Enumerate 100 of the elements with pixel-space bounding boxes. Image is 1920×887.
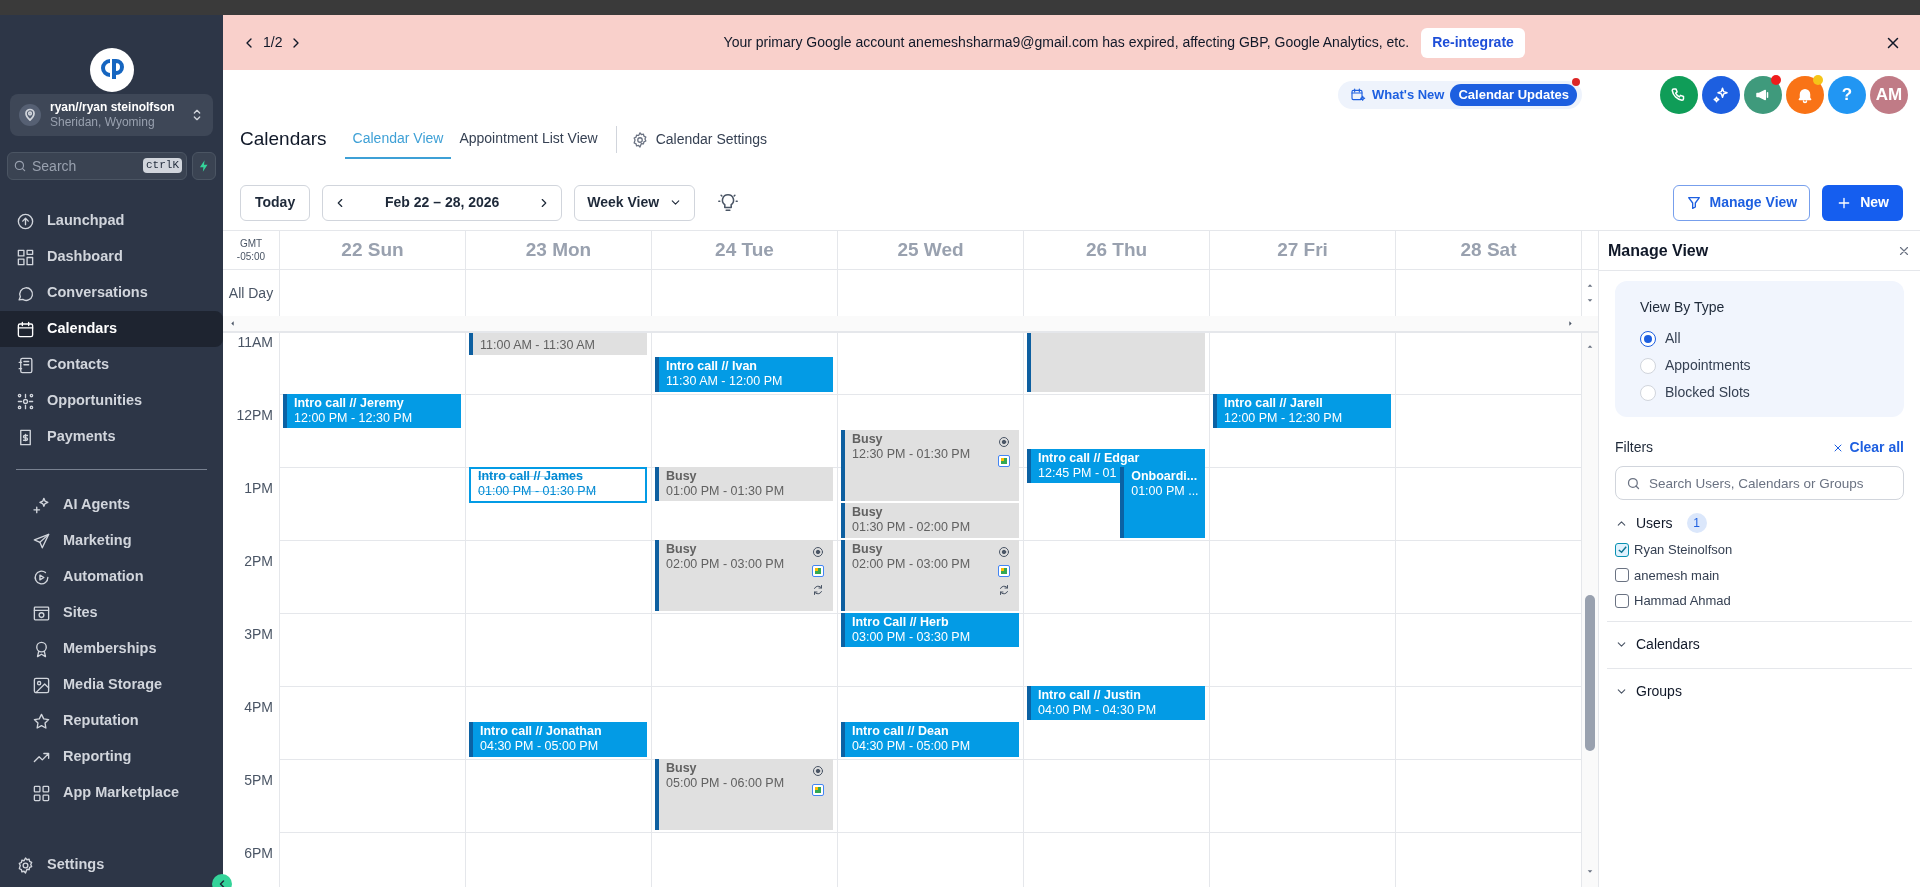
event-title: Intro call // Edgar [1038,450,1140,466]
checkbox-label: anemesh main [1634,566,1720,585]
nav-item[interactable]: Sites [0,595,223,631]
day-header: 26 Thu [1085,237,1148,262]
status-circle-icon [998,545,1010,558]
today-button[interactable]: Today [240,184,311,221]
nav-item[interactable]: AI Agents [0,487,223,523]
calendar-icon [16,319,35,339]
clear-all-link[interactable]: Clear all [1831,437,1904,458]
busy-block[interactable]: Busy 01:30 PM - 02:00 PM [841,503,1019,538]
event-title: Intro call // Jeremy [294,395,404,411]
filter-section-toggle[interactable]: Calendars [1615,631,1904,658]
nav-item[interactable]: App Marketplace [0,775,223,811]
checkbox[interactable] [1615,568,1629,583]
event-time: 12:30 PM - 01:30 PM [852,447,971,463]
scrollbar-thumb[interactable] [1585,595,1595,751]
sparkle-icon [1712,86,1730,104]
event-time: 11:00 AM - 11:30 AM [480,337,595,353]
radio-option[interactable]: Blocked Slots [1640,382,1879,403]
hour-label: 5PM [244,770,273,790]
nav-label: Media Storage [63,675,163,695]
nav-item[interactable]: Opportunities [0,383,223,419]
megaphone-button[interactable] [1744,76,1782,114]
busy-block[interactable]: Busy 02:00 PM - 03:00 PM [841,539,1019,611]
nav-item[interactable]: Automation [0,559,223,595]
checkbox-label: Hammad Ahmad [1634,592,1731,610]
nav-item[interactable]: Memberships [0,631,223,667]
new-button[interactable]: New [1822,184,1903,221]
busy-block[interactable]: Busy 01:00 PM - 01:30 PM [655,466,833,502]
nav-item[interactable]: Contacts [0,347,223,383]
radio[interactable] [1640,330,1656,347]
notebook-icon [16,355,35,375]
hour-label: 2PM [244,551,273,571]
nav-item[interactable]: Launchpad [0,203,223,239]
date-range-picker[interactable]: Feb 22 – 28, 2026 [322,184,563,221]
nav-item[interactable]: Settings [0,847,223,883]
event-title: Busy [852,505,883,521]
radio-label: All [1665,329,1681,348]
scroll-down-icon [1585,297,1595,304]
nav-item[interactable]: Payments [0,419,223,455]
nav-item[interactable]: Reporting [0,739,223,775]
reintegrate-button[interactable]: Re-integrate [1421,27,1525,58]
account-location: Sheridan, Wyoming [50,115,156,130]
nav-item[interactable]: Reputation [0,703,223,739]
event-time: 01:00 PM - 01:30 PM [478,483,597,499]
event-time: 03:00 PM - 03:30 PM [852,629,971,645]
view-dropdown[interactable]: Week View [574,184,696,221]
account-switcher[interactable]: ryan//ryan steinolfson Sheridan, Wyoming [10,94,213,136]
manage-view-button[interactable]: Manage View [1672,184,1811,221]
sparkle-button[interactable] [1702,76,1740,114]
event-time: 12:45 PM - 01 [1038,465,1117,481]
nav-item[interactable]: Calendars [0,311,223,347]
filter-section-toggle[interactable]: Groups [1615,678,1904,705]
busy-block[interactable]: Busy 12:30 PM - 01:30 PM [841,430,1019,502]
scroll-right-icon [1567,318,1574,329]
day-header: 25 Wed [897,237,964,262]
status-circle-icon [812,764,824,777]
nav-item[interactable]: Marketing [0,523,223,559]
calendar-settings-tab[interactable]: Calendar Settings [626,120,771,159]
event-time: 01:00 PM ... [1131,483,1199,499]
checkbox-option[interactable]: Ryan Steinolfson [1615,540,1904,560]
checkbox[interactable] [1615,542,1629,557]
date-range: Feb 22 – 28, 2026 [385,193,500,212]
busy-block[interactable]: 11:00 AM - 11:30 AM [469,333,647,356]
hour-label: 4PM [244,697,273,717]
filter-section-toggle[interactable]: Users 1 [1615,510,1904,536]
event-time: 05:00 PM - 06:00 PM [666,775,785,791]
filter-icon [1685,194,1702,211]
phone-button[interactable] [1660,76,1698,114]
radio-option[interactable]: Appointments [1640,355,1879,376]
count-badge: 1 [1686,513,1707,533]
event-time: 12:00 PM - 12:30 PM [294,410,413,426]
nav-label: Conversations [47,283,148,303]
nav-label: Payments [47,427,116,447]
busy-block[interactable]: Busy 02:00 PM - 03:00 PM [655,539,833,611]
quick-action-button[interactable] [192,152,216,180]
banner-message: Your primary Google account anemeshsharma9@gmail.com has expired, affecting GBP, Google Analytics, etc. [723,33,1410,52]
filter-search-field[interactable]: Search Users, Calendars or Groups [1615,466,1904,500]
checkbox-option[interactable]: Hammad Ahmad [1615,591,1904,611]
nav-item[interactable]: Conversations [0,275,223,311]
settings-icon [16,855,35,875]
radio-option[interactable]: All [1640,328,1879,349]
cancelled-appointment[interactable]: Intro call // James 01:00 PM - 01:30 PM [469,466,647,504]
checkbox[interactable] [1615,593,1629,608]
image-icon [32,675,51,695]
day-header: 23 Mon [525,237,592,262]
page-title: Calendars [240,127,327,152]
whats-new-pill[interactable]: What's New Calendar Updates [1338,81,1582,109]
nav-item[interactable]: Dashboard [0,239,223,275]
checkbox-option[interactable]: anemesh main [1615,565,1904,585]
bell-button[interactable] [1786,76,1824,114]
tab[interactable]: Appointment List View [451,120,606,159]
shortcut-key: ctrlK [143,158,182,173]
nav-label: Opportunities [47,391,143,411]
busy-block[interactable]: Busy 05:00 PM - 06:00 PM [655,758,833,830]
section-label: View By Type [1640,298,1726,317]
event-title: Intro Call // Herb [852,614,949,630]
timezone-label: GMT [239,237,263,250]
nav-item[interactable]: Media Storage [0,667,223,703]
event-time: 01:30 PM - 02:00 PM [852,520,971,536]
